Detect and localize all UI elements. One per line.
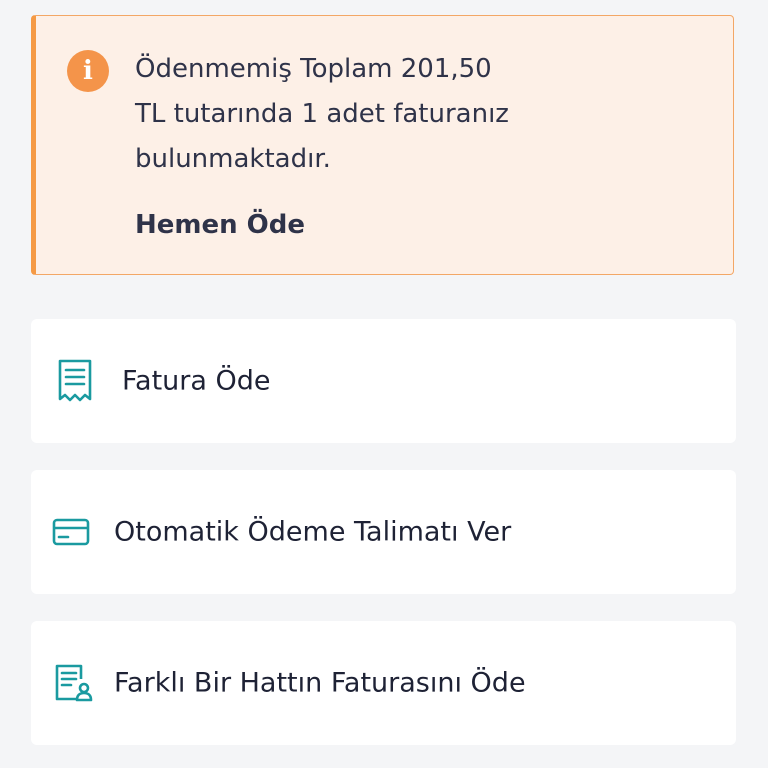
menu-item-auto-payment[interactable]: Otomatik Ödeme Talimatı Ver <box>31 470 736 594</box>
credit-card-icon <box>52 518 90 546</box>
notice-message-line-2: TL tutarında 1 adet faturanız <box>135 99 509 129</box>
info-icon: i <box>67 50 109 92</box>
menu-item-label: Fatura Öde <box>122 365 271 397</box>
notice-message: Ödenmemiş Toplam 201,50 TL tutarında 1 a… <box>135 47 555 182</box>
unpaid-invoice-notice: i Ödenmemiş Toplam 201,50 TL tutarında 1… <box>31 15 734 275</box>
menu-item-label: Farklı Bir Hattın Faturasını Öde <box>114 667 526 699</box>
menu-item-pay-other-line[interactable]: Farklı Bir Hattın Faturasını Öde <box>31 621 736 745</box>
user-invoice-icon <box>55 664 93 702</box>
menu-item-label: Otomatik Ödeme Talimatı Ver <box>114 516 512 548</box>
receipt-icon <box>58 359 92 402</box>
notice-message-line-1: Ödenmemiş Toplam 201,50 <box>135 54 492 84</box>
menu-item-pay-bill[interactable]: Fatura Öde <box>31 319 736 443</box>
notice-message-line-3: bulunmaktadır. <box>135 144 331 174</box>
invoice-payment-screen: i Ödenmemiş Toplam 201,50 TL tutarında 1… <box>0 0 768 768</box>
pay-now-button[interactable]: Hemen Öde <box>135 203 305 248</box>
